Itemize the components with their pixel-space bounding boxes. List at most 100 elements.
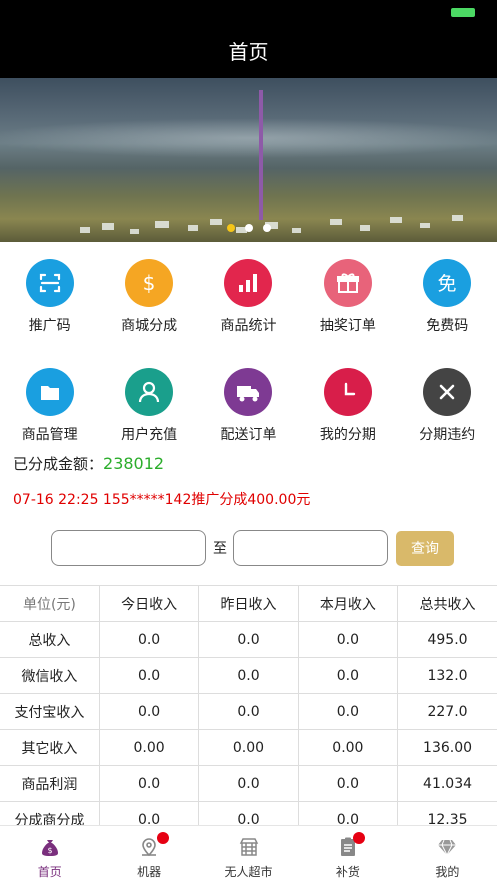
menu-item-promo-code[interactable]: 推广码 <box>0 259 99 335</box>
notification-badge <box>157 832 170 844</box>
table-cell: 0.0 <box>297 765 399 802</box>
banner-carousel[interactable] <box>0 78 497 242</box>
tab-unmanned-store[interactable]: 无人超市 <box>199 826 298 883</box>
battery-icon <box>451 8 475 17</box>
table-header: 今日收入 <box>98 585 200 622</box>
tab-home[interactable]: $ 首页 <box>0 826 99 883</box>
shared-amount: 已分成金额：238012 <box>13 453 164 474</box>
menu-item-user-recharge[interactable]: 用户充值 <box>99 368 198 444</box>
tab-label: 无人超市 <box>224 865 273 879</box>
menu-item-label: 抽奖订单 <box>319 318 376 334</box>
tab-label: 补货 <box>335 865 360 879</box>
table-cell: 0.00 <box>198 729 299 766</box>
query-button[interactable]: 查询 <box>396 530 454 566</box>
range-separator: 至 <box>213 541 227 557</box>
table-cell: 495.0 <box>397 621 497 658</box>
table-header: 本月收入 <box>297 585 399 622</box>
banner-pole <box>259 90 263 220</box>
table-header-row: 单位(元) 今日收入 昨日收入 本月收入 总共收入 <box>0 585 497 622</box>
menu-item-mall-share[interactable]: $ 商城分成 <box>99 259 198 335</box>
table-cell: 0.0 <box>98 657 200 694</box>
notification-badge <box>353 832 366 844</box>
table-cell: 0.00 <box>297 729 399 766</box>
tab-label: 首页 <box>37 865 62 879</box>
page-title: 首页 <box>228 39 269 64</box>
tab-restock[interactable]: 补货 <box>298 826 397 883</box>
money-bag-icon: $ <box>41 840 58 856</box>
carousel-dot[interactable] <box>244 224 253 232</box>
menu-item-delivery-orders[interactable]: 配送订单 <box>199 368 298 444</box>
menu-item-label: 推广码 <box>28 318 71 334</box>
table-cell: 总收入 <box>0 621 100 658</box>
date-range-search: 至 查询 <box>51 530 454 566</box>
carousel-dots[interactable] <box>0 224 497 232</box>
start-date-input[interactable] <box>51 530 206 566</box>
table-row: 支付宝收入 0.0 0.0 0.0 227.0 <box>0 693 497 730</box>
menu-item-my-installments[interactable]: 我的分期 <box>298 368 397 444</box>
menu-item-label: 商城分成 <box>121 318 178 334</box>
menu-item-label: 分期违约 <box>419 427 476 443</box>
table-cell: 227.0 <box>397 693 497 730</box>
gift-icon <box>323 259 372 307</box>
table-cell: 0.0 <box>198 693 299 730</box>
tab-label: 机器 <box>137 865 162 879</box>
banner-mist <box>0 118 497 158</box>
end-date-input[interactable] <box>233 530 388 566</box>
folder-icon <box>25 368 74 416</box>
menu-item-label: 免费码 <box>426 318 469 334</box>
table-cell: 0.0 <box>198 765 299 802</box>
tab-bar: $ 首页 机器 无人超市 补货 我的 <box>0 825 497 883</box>
menu-row-2: 商品管理 用户充值 配送订单 我的分期 分期违约 <box>0 368 497 444</box>
menu-item-product-stats[interactable]: 商品统计 <box>199 259 298 335</box>
shared-amount-value: 238012 <box>103 454 165 473</box>
shared-amount-label: 已分成金额： <box>13 455 104 473</box>
menu-item-free-code[interactable]: 免 免费码 <box>398 259 497 335</box>
clock-icon <box>323 368 372 416</box>
table-cell: 支付宝收入 <box>0 693 100 730</box>
table-header: 单位(元) <box>0 585 100 622</box>
menu-item-label: 我的分期 <box>319 427 376 443</box>
income-table: 单位(元) 今日收入 昨日收入 本月收入 总共收入 总收入 0.0 0.0 0.… <box>0 585 497 838</box>
carousel-dot[interactable] <box>226 224 235 232</box>
table-header: 总共收入 <box>397 585 497 622</box>
svg-text:$: $ <box>47 846 52 855</box>
table-cell: 0.0 <box>98 765 200 802</box>
svg-text:免: 免 <box>438 273 457 295</box>
table-cell: 136.00 <box>397 729 497 766</box>
menu-item-product-manage[interactable]: 商品管理 <box>0 368 99 444</box>
carousel-dot[interactable] <box>262 224 271 232</box>
store-icon <box>239 838 258 856</box>
table-cell: 微信收入 <box>0 657 100 694</box>
table-cell: 0.0 <box>297 693 399 730</box>
menu-item-lottery-orders[interactable]: 抽奖订单 <box>298 259 397 335</box>
table-cell: 其它收入 <box>0 729 100 766</box>
table-row: 商品利润 0.0 0.0 0.0 41.034 <box>0 765 497 802</box>
menu-row-1: 推广码 $ 商城分成 商品统计 抽奖订单 免 免费码 <box>0 259 497 335</box>
menu-item-installment-default[interactable]: 分期违约 <box>398 368 497 444</box>
free-icon: 免 <box>423 259 472 307</box>
table-row: 总收入 0.0 0.0 0.0 495.0 <box>0 621 497 658</box>
dollar-icon: $ <box>125 259 174 307</box>
nav-bar: 首页 <box>0 22 497 78</box>
table-header: 昨日收入 <box>198 585 299 622</box>
tab-machine[interactable]: 机器 <box>99 826 198 883</box>
table-row: 微信收入 0.0 0.0 0.0 132.0 <box>0 657 497 694</box>
table-cell: 0.0 <box>98 621 200 658</box>
scan-icon <box>25 259 74 307</box>
truck-icon <box>224 368 273 416</box>
menu-item-label: 商品统计 <box>220 318 277 334</box>
svg-text:$: $ <box>143 271 156 295</box>
table-row: 其它收入 0.00 0.00 0.00 136.00 <box>0 729 497 766</box>
user-icon <box>125 368 174 416</box>
tab-mine[interactable]: 我的 <box>398 826 497 883</box>
table-cell: 0.0 <box>198 657 299 694</box>
menu-item-label: 用户充值 <box>121 427 178 443</box>
table-cell: 41.034 <box>397 765 497 802</box>
status-bar <box>0 0 497 22</box>
menu-item-label: 商品管理 <box>21 427 78 443</box>
table-cell: 商品利润 <box>0 765 100 802</box>
table-cell: 0.0 <box>297 657 399 694</box>
diamond-icon <box>438 839 457 857</box>
share-notice: 07-16 22:25 155*****142推广分成400.00元 <box>13 492 311 508</box>
table-cell: 0.00 <box>98 729 200 766</box>
